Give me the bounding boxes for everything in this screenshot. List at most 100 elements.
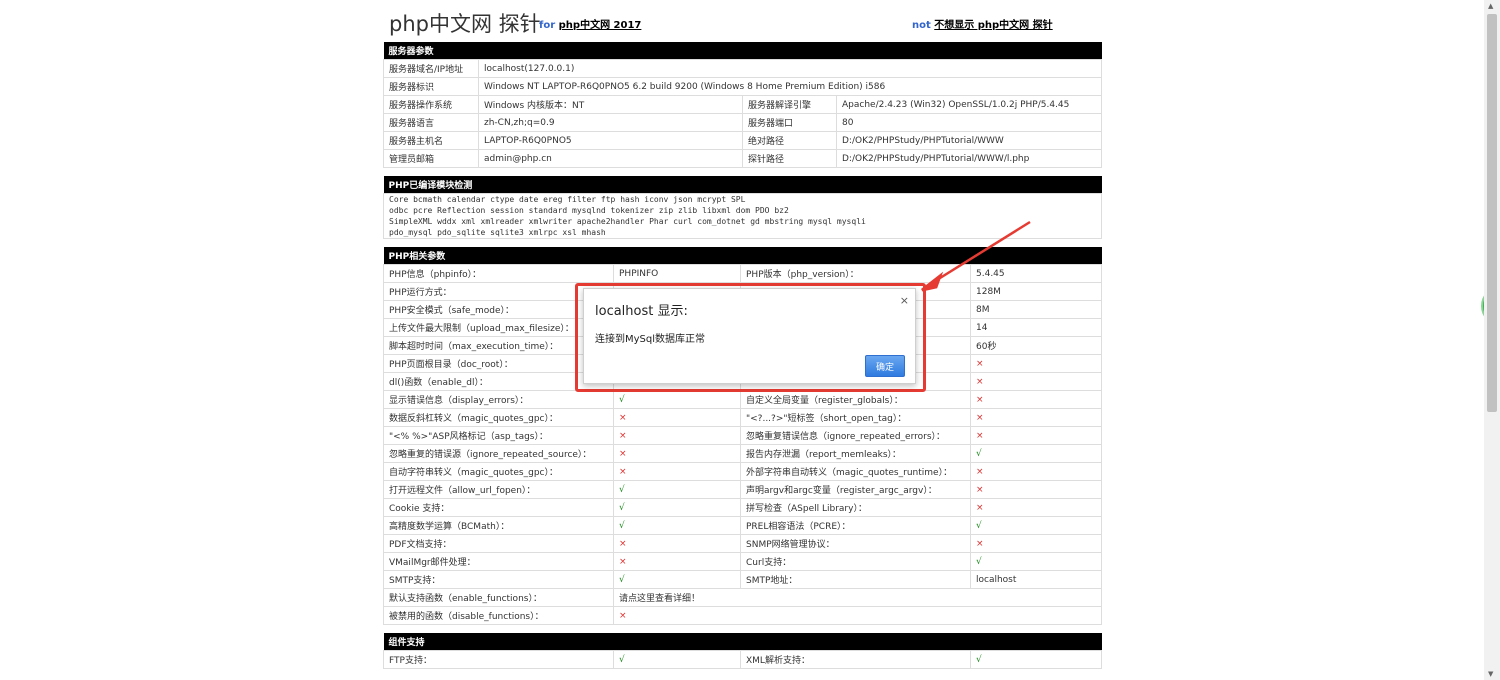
phpinfo-link[interactable]: PHPINFO xyxy=(613,264,741,283)
row-label: XML解析支持： xyxy=(740,650,971,669)
scroll-down-icon[interactable]: ▼ xyxy=(1488,670,1493,678)
for-link[interactable]: php中文网 2017 xyxy=(559,20,642,31)
ok-button[interactable]: 确定 xyxy=(865,355,905,377)
dialog-title: localhost 显示: xyxy=(595,304,688,319)
row-value: 128M xyxy=(970,282,1102,301)
table-row: 服务器主机名 LAPTOP-R6Q0PNO5 绝对路径 D:/OK2/PHPSt… xyxy=(383,131,1102,150)
row-label: 探针路径 xyxy=(742,149,837,168)
row-label: 绝对路径 xyxy=(742,131,837,150)
row-value: √ xyxy=(613,390,741,409)
scrollbar-thumb[interactable] xyxy=(1487,14,1497,412)
table-row: 显示错误信息（display_errors）： √ 自定义全局变量（register… xyxy=(383,390,1102,409)
row-value: Apache/2.4.23 (Win32) OpenSSL/1.0.2j PHP… xyxy=(836,95,1102,114)
row-label: 忽略重复的错误源（ignore_repeated_source）： xyxy=(383,444,614,463)
row-label: 服务器端口 xyxy=(742,113,837,132)
table-row: FTP支持： √ XML解析支持： √ xyxy=(383,650,1102,669)
server-params-table: 服务器参数 服务器域名/IP地址 localhost(127.0.0.1) 服务… xyxy=(383,42,1102,168)
row-label: 服务器操作系统 xyxy=(383,95,479,114)
row-value: × xyxy=(970,426,1102,445)
row-value: × xyxy=(613,534,741,553)
row-value: × xyxy=(970,372,1102,391)
row-label: 服务器域名/IP地址 xyxy=(383,59,479,78)
row-value: √ xyxy=(970,552,1102,571)
row-label: "<% %>"ASP风格标记（asp_tags）： xyxy=(383,426,614,445)
hide-probe-link[interactable]: 不想显示 php中文网 探针 xyxy=(934,20,1052,31)
row-value: 80 xyxy=(836,113,1102,132)
row-label: 服务器解译引擎 xyxy=(742,95,837,114)
row-label: 自动字符串转义（magic_quotes_gpc）： xyxy=(383,462,614,481)
table-row: 管理员邮箱 admin@php.cn 探针路径 D:/OK2/PHPStudy/… xyxy=(383,149,1102,168)
page-title: php中文网 探针 xyxy=(389,12,541,36)
table-row: 自动字符串转义（magic_quotes_gpc）： × 外部字符串自动转义（mag… xyxy=(383,462,1102,481)
row-value: × xyxy=(613,444,741,463)
row-value: localhost(127.0.0.1) xyxy=(478,59,1102,78)
row-label: PHP信息（phpinfo）： xyxy=(383,264,614,283)
row-value: × xyxy=(970,480,1102,499)
row-label: "<?...?>"短标签（short_open_tag）： xyxy=(740,408,971,427)
for-link-line: for php中文网 2017 xyxy=(539,16,641,31)
table-row: Cookie 支持： √ 拼写检查（ASpell Library）： × xyxy=(383,498,1102,517)
table-row: SMTP支持： √ SMTP地址： localhost xyxy=(383,570,1102,589)
table-row: 服务器标识 Windows NT LAPTOP-R6Q0PNO5 6.2 bui… xyxy=(383,77,1102,96)
row-label: 声明argv和argc变量（register_argc_argv）： xyxy=(740,480,971,499)
row-value: √ xyxy=(613,650,741,669)
row-value: × xyxy=(613,606,1102,625)
modules-line: Core bcmath calendar ctype date ereg fil… xyxy=(389,195,746,204)
row-label: 被禁用的函数（disable_functions）： xyxy=(383,606,614,625)
close-icon[interactable]: × xyxy=(900,294,909,307)
row-value: localhost xyxy=(970,570,1102,589)
row-value: 8M xyxy=(970,300,1102,319)
table-row: 被禁用的函数（disable_functions）： × xyxy=(383,606,1102,625)
row-value: D:/OK2/PHPStudy/PHPTutorial/WWW xyxy=(836,131,1102,150)
row-label: 默认支持函数（enable_functions）： xyxy=(383,588,614,607)
row-value: LAPTOP-R6Q0PNO5 xyxy=(478,131,743,150)
row-value: Windows NT LAPTOP-R6Q0PNO5 6.2 build 920… xyxy=(478,77,1102,96)
row-label: SMTP支持： xyxy=(383,570,614,589)
table-row: 服务器操作系统 Windows 内核版本：NT 服务器解译引擎 Apache/2… xyxy=(383,95,1102,114)
table-row: VMailMgr邮件处理： × Curl支持： √ xyxy=(383,552,1102,571)
table-row: 服务器域名/IP地址 localhost(127.0.0.1) xyxy=(383,59,1102,78)
row-label: 忽略重复错误信息（ignore_repeated_errors）： xyxy=(740,426,971,445)
table-row: PHP信息（phpinfo）： PHPINFO PHP版本（php_version）… xyxy=(383,264,1102,283)
dialog-message: 连接到MySql数据库正常 xyxy=(595,334,706,345)
row-value: × xyxy=(613,462,741,481)
row-label: 数据反斜杠转义（magic_quotes_gpc）： xyxy=(383,408,614,427)
row-label: 拼写检查（ASpell Library）： xyxy=(740,498,971,517)
table-row: PDF文档支持： × SNMP网络管理协议： × xyxy=(383,534,1102,553)
modules-line: pdo_mysql pdo_sqlite sqlite3 xmlrpc xsl … xyxy=(389,228,606,237)
page-header: php中文网 探针 for php中文网 2017 not 不想显示 php中文… xyxy=(383,0,1102,42)
row-label: 报告内存泄漏（report_memleaks）： xyxy=(740,444,971,463)
row-label: Cookie 支持： xyxy=(383,498,614,517)
modules-line: odbc pcre Reflection session standard my… xyxy=(389,206,789,215)
row-value: × xyxy=(970,534,1102,553)
row-label: 外部字符串自动转义（magic_quotes_runtime）： xyxy=(740,462,971,481)
row-label: SNMP网络管理协议： xyxy=(740,534,971,553)
section-title: 服务器参数 xyxy=(383,42,1102,60)
row-value: admin@php.cn xyxy=(478,149,743,168)
not-prefix: not xyxy=(912,20,931,31)
row-value: × xyxy=(613,552,741,571)
table-row: 数据反斜杠转义（magic_quotes_gpc）： × "<?...?>"短标签（… xyxy=(383,408,1102,427)
row-value: D:/OK2/PHPStudy/PHPTutorial/WWW/l.php xyxy=(836,149,1102,168)
row-label: PHP版本（php_version）： xyxy=(740,264,971,283)
not-link-line: not 不想显示 php中文网 探针 xyxy=(912,16,1053,31)
row-label: 服务器主机名 xyxy=(383,131,479,150)
row-value: √ xyxy=(613,480,741,499)
table-row: 高精度数学运算（BCMath）： √ PREL相容语法（PCRE）： √ xyxy=(383,516,1102,535)
row-value: × xyxy=(970,354,1102,373)
row-value: × xyxy=(613,426,741,445)
row-value: × xyxy=(970,462,1102,481)
components-table: 组件支持 FTP支持： √ XML解析支持： √ xyxy=(383,633,1102,669)
alert-dialog: localhost 显示: × 连接到MySql数据库正常 确定 xyxy=(583,288,916,384)
scroll-up-icon[interactable]: ▲ xyxy=(1488,2,1493,10)
row-label: SMTP地址： xyxy=(740,570,971,589)
enable-functions-link[interactable]: 请点这里查看详细！ xyxy=(613,588,1102,607)
row-value: × xyxy=(970,408,1102,427)
modules-table: PHP已编译模块检测 Core bcmath calendar ctype da… xyxy=(383,176,1102,239)
section-title: PHP相关参数 xyxy=(383,247,1102,265)
row-value: × xyxy=(970,390,1102,409)
table-row: "<% %>"ASP风格标记（asp_tags）： × 忽略重复错误信息（ignor… xyxy=(383,426,1102,445)
row-label: PREL相容语法（PCRE）： xyxy=(740,516,971,535)
row-value: √ xyxy=(613,516,741,535)
scrollbar[interactable]: ▲ ▼ xyxy=(1484,0,1500,680)
